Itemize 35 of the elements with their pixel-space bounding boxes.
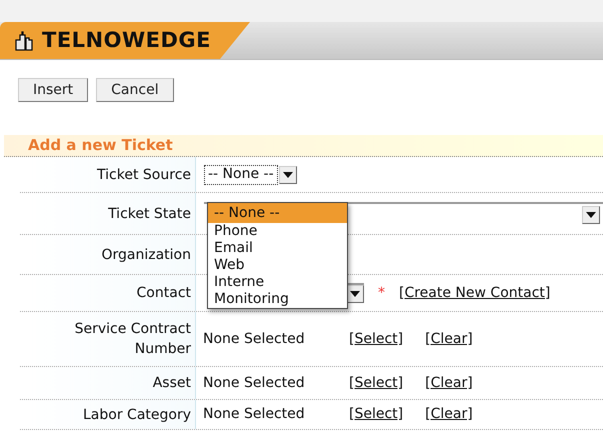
dropdown-option[interactable]: Monitoring bbox=[208, 291, 347, 308]
form-button[interactable]: Insert bbox=[18, 78, 88, 102]
field-label: Asset bbox=[152, 374, 191, 393]
section-title: Add a new Ticket bbox=[28, 135, 173, 156]
field-value: None Selected bbox=[203, 405, 306, 424]
field-label: Ticket Source bbox=[97, 166, 191, 184]
field-label: Contact bbox=[136, 284, 191, 303]
caret-icon bbox=[350, 291, 360, 297]
field-label: Service Contract Number bbox=[74, 320, 191, 359]
buildings-icon bbox=[14, 30, 34, 50]
dropdown-option[interactable]: Phone bbox=[208, 223, 347, 240]
select-link[interactable]: [Select] bbox=[349, 404, 404, 425]
clear-link[interactable]: [Clear] bbox=[425, 404, 473, 425]
dropdown-option[interactable]: Email bbox=[208, 240, 347, 257]
dropdown-option[interactable]: Web bbox=[208, 257, 347, 274]
field-label: Organization bbox=[101, 246, 191, 264]
select-link[interactable]: [Select] bbox=[349, 372, 404, 394]
create-contact-link[interactable]: [Create New Contact] bbox=[399, 282, 550, 304]
dropdown-option[interactable]: Interne bbox=[208, 274, 347, 291]
form-button[interactable]: Cancel bbox=[96, 78, 174, 102]
required-mark: * bbox=[378, 284, 385, 302]
clear-link[interactable]: [Clear] bbox=[425, 328, 473, 350]
dropdown-arrow-button[interactable] bbox=[278, 166, 297, 184]
dropdown-arrow-button[interactable] bbox=[582, 206, 600, 224]
clear-link[interactable]: [Clear] bbox=[425, 372, 473, 394]
app-title: TELNOWEDGE bbox=[42, 26, 212, 54]
dropdown-option[interactable]: -- None -- bbox=[208, 203, 347, 223]
field-label: Ticket State bbox=[108, 204, 191, 224]
select-field[interactable]: -- None -- bbox=[204, 164, 278, 184]
select-link[interactable]: [Select] bbox=[349, 328, 404, 350]
field-label: Labor Category bbox=[83, 406, 191, 424]
caret-icon bbox=[282, 172, 293, 178]
caret-icon bbox=[586, 212, 596, 218]
field-value: None Selected bbox=[203, 374, 306, 392]
field-value: None Selected bbox=[203, 330, 306, 348]
